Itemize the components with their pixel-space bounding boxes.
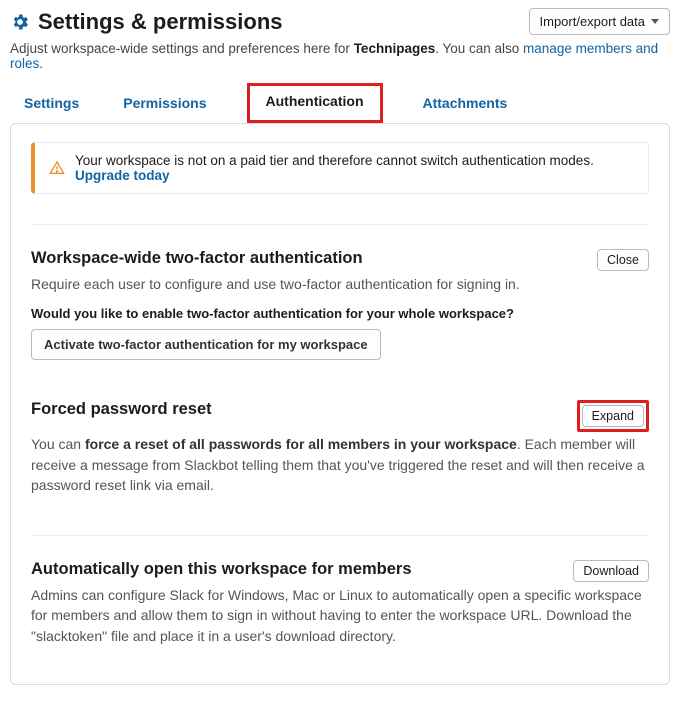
upgrade-link[interactable]: Upgrade today (75, 168, 170, 183)
activate-twofa-button[interactable]: Activate two-factor authentication for m… (31, 329, 381, 360)
import-export-label: Import/export data (540, 14, 646, 29)
tab-authentication[interactable]: Authentication (247, 83, 383, 123)
section-twofa: Workspace-wide two-factor authentication… (31, 249, 649, 360)
download-button[interactable]: Download (573, 560, 649, 582)
warning-icon (49, 160, 65, 176)
tab-permissions[interactable]: Permissions (119, 85, 210, 123)
divider (31, 224, 649, 225)
close-button[interactable]: Close (597, 249, 649, 271)
page-title: Settings & permissions (38, 9, 283, 35)
page-subheading: Adjust workspace-wide settings and prefe… (10, 41, 670, 71)
tab-settings[interactable]: Settings (20, 85, 83, 123)
page-header: Settings & permissions Import/export dat… (10, 8, 670, 35)
tab-attachments[interactable]: Attachments (419, 85, 512, 123)
divider (31, 535, 649, 536)
expand-highlight: Expand (577, 400, 649, 432)
auto-desc: Admins can configure Slack for Windows, … (31, 585, 649, 646)
gear-icon (10, 12, 30, 32)
auto-title: Automatically open this workspace for me… (31, 560, 412, 579)
tab-bar: Settings Permissions Authentication Atta… (10, 85, 670, 124)
forced-title: Forced password reset (31, 400, 212, 419)
twofa-title: Workspace-wide two-factor authentication (31, 249, 363, 268)
section-forced-reset: Forced password reset Expand You can for… (31, 400, 649, 495)
twofa-prompt: Would you like to enable two-factor auth… (31, 306, 649, 321)
expand-button[interactable]: Expand (582, 405, 644, 427)
chevron-down-icon (651, 19, 659, 24)
import-export-button[interactable]: Import/export data (529, 8, 671, 35)
section-auto-open: Automatically open this workspace for me… (31, 560, 649, 646)
forced-desc: You can force a reset of all passwords f… (31, 434, 649, 495)
tier-alert: Your workspace is not on a paid tier and… (31, 142, 649, 194)
twofa-desc: Require each user to configure and use t… (31, 274, 649, 294)
